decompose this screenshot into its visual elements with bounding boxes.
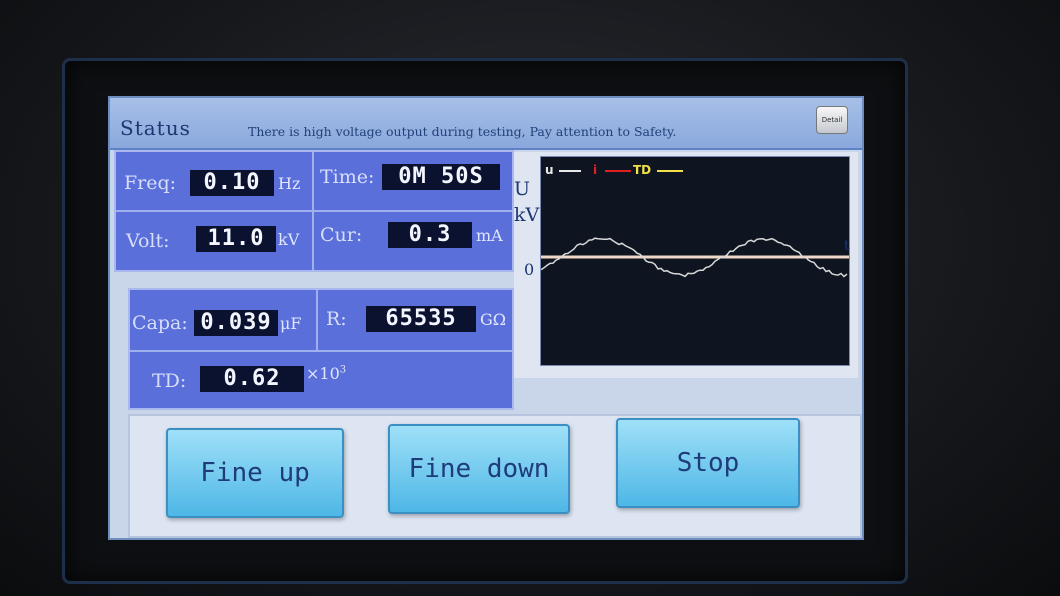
status-header: Status There is high voltage output duri… [110,98,862,150]
freq-value: 0.10 [190,170,274,196]
volt-unit: kV [278,230,299,249]
column-divider [312,152,314,270]
measurement-panel-bottom: Capa: 0.039 μF R: 65535 GΩ TD: 0.62 ×103 [128,288,514,410]
capa-unit: μF [280,314,302,333]
legend-i: i [593,163,597,177]
time-label: Time: [320,166,374,188]
row-divider [130,350,512,352]
td-value: 0.62 [200,366,304,392]
fine-down-button[interactable]: Fine down [388,424,570,514]
r-value: 65535 [366,306,476,332]
td-label: TD: [152,370,186,392]
safety-warning: There is high voltage output during test… [248,124,676,139]
control-button-area: Fine up Fine down Stop [128,414,862,538]
volt-label: Volt: [126,230,170,252]
hmi-screen: Status There is high voltage output duri… [108,96,864,540]
capa-label: Capa: [132,312,188,334]
legend-td: TD [633,163,651,177]
freq-label: Freq: [124,172,176,194]
freq-unit: Hz [278,174,300,193]
column-divider [316,290,318,350]
capa-value: 0.039 [194,310,278,336]
axis-u-label: U [514,178,530,200]
stop-button[interactable]: Stop [616,418,800,508]
legend-u: u [545,163,554,177]
r-label: R: [326,308,347,330]
row-divider [116,210,512,212]
measurement-panel-top: Freq: 0.10 Hz Time: 0M 50S Volt: 11.0 kV… [114,150,514,272]
detail-button[interactable]: Detail [816,106,848,134]
fine-up-button[interactable]: Fine up [166,428,344,518]
volt-value: 11.0 [196,226,276,252]
axis-zero-label: 0 [524,260,534,279]
time-value: 0M 50S [382,164,500,190]
axis-t-label: t [844,238,850,254]
waveform-plot [541,157,849,365]
page-title: Status [120,116,191,140]
axis-kv-label: kV [514,204,539,226]
oscilloscope-display: u i TD [540,156,850,366]
cur-value: 0.3 [388,222,472,248]
td-unit-exponent: 3 [340,365,346,376]
td-unit-base: ×10 [306,364,340,383]
cur-label: Cur: [320,224,362,246]
waveform-panel: U kV 0 u i TD t [514,152,858,378]
cur-unit: mA [476,226,503,245]
td-unit: ×103 [306,364,346,383]
r-unit: GΩ [480,310,506,329]
